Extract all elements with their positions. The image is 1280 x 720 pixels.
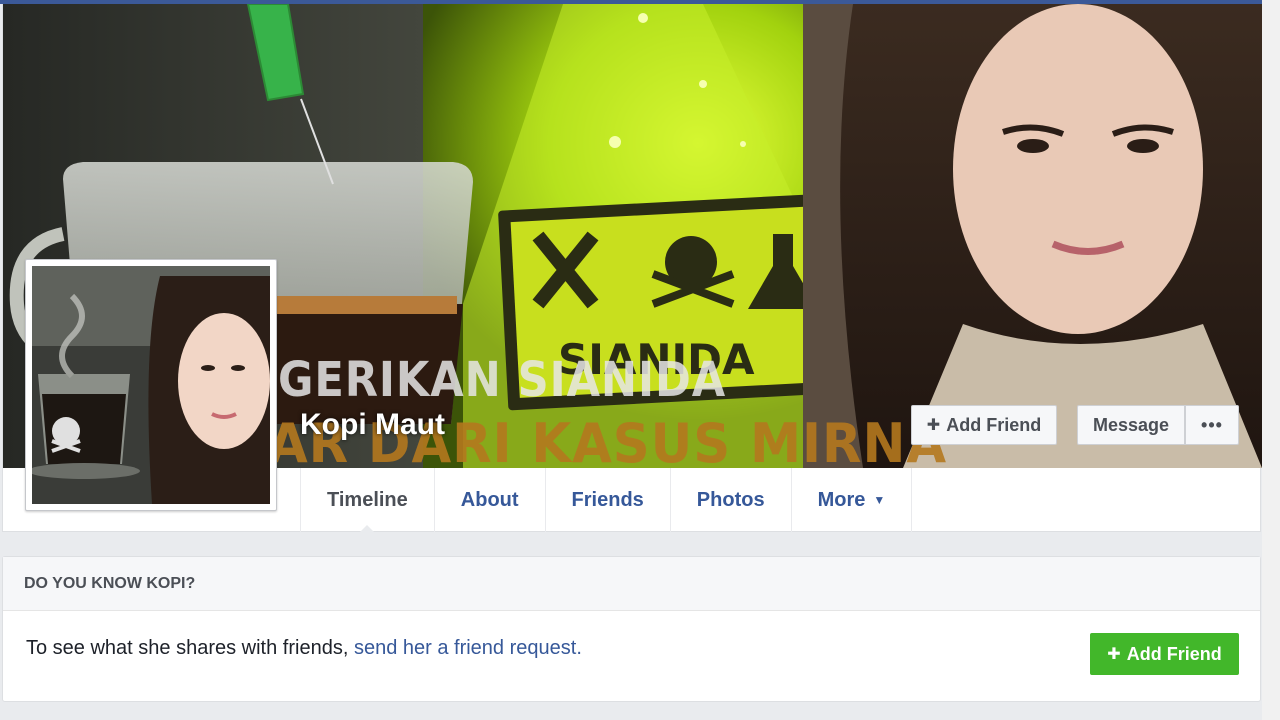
- profile-picture[interactable]: [25, 259, 277, 511]
- tab-timeline[interactable]: Timeline: [300, 468, 435, 533]
- caret-down-icon: ▼: [873, 493, 886, 507]
- add-friend-primary-button[interactable]: ✚ Add Friend: [1090, 633, 1239, 675]
- card-title: DO YOU KNOW KOPI?: [3, 557, 1260, 611]
- card-body: To see what she shares with friends, sen…: [3, 611, 1260, 701]
- person-plus-icon: ✚: [926, 417, 941, 434]
- profile-name[interactable]: Kopi Maut: [300, 408, 445, 442]
- tab-label: Friends: [571, 488, 644, 511]
- more-actions-button[interactable]: •••: [1185, 405, 1239, 445]
- tab-label: Photos: [696, 488, 765, 511]
- tab-label: More: [817, 488, 866, 511]
- profile-header-card: SIANIDA AR DARI KASUS MIRNA GERIKAN SIAN…: [2, 4, 1262, 533]
- avatar: [32, 266, 270, 504]
- do-you-know-card: DO YOU KNOW KOPI? To see what she shares…: [2, 556, 1261, 702]
- message-button[interactable]: Message: [1077, 405, 1185, 445]
- cover-headline-top: GERIKAN SIANIDA: [278, 352, 727, 408]
- tab-about[interactable]: About: [435, 468, 546, 532]
- add-friend-label: Add Friend: [946, 414, 1042, 435]
- friend-request-prompt: To see what she shares with friends, sen…: [26, 637, 582, 660]
- page-scrollbar[interactable]: [1262, 0, 1280, 720]
- ellipsis-icon: •••: [1201, 414, 1223, 435]
- profile-tabs: Timeline About Friends Photos More ▼: [300, 468, 913, 533]
- tab-friends[interactable]: Friends: [546, 468, 671, 532]
- tab-more[interactable]: More ▼: [792, 468, 913, 532]
- add-friend-label: Add Friend: [1126, 643, 1222, 664]
- person-plus-icon: ✚: [1107, 646, 1121, 663]
- tab-label: Timeline: [327, 488, 408, 511]
- message-label: Message: [1092, 414, 1170, 435]
- prompt-text: To see what she shares with friends,: [26, 637, 354, 659]
- send-friend-request-link[interactable]: send her a friend request.: [354, 637, 582, 659]
- tab-label: About: [460, 488, 519, 511]
- tab-photos[interactable]: Photos: [671, 468, 792, 532]
- add-friend-button[interactable]: ✚ Add Friend: [911, 405, 1057, 445]
